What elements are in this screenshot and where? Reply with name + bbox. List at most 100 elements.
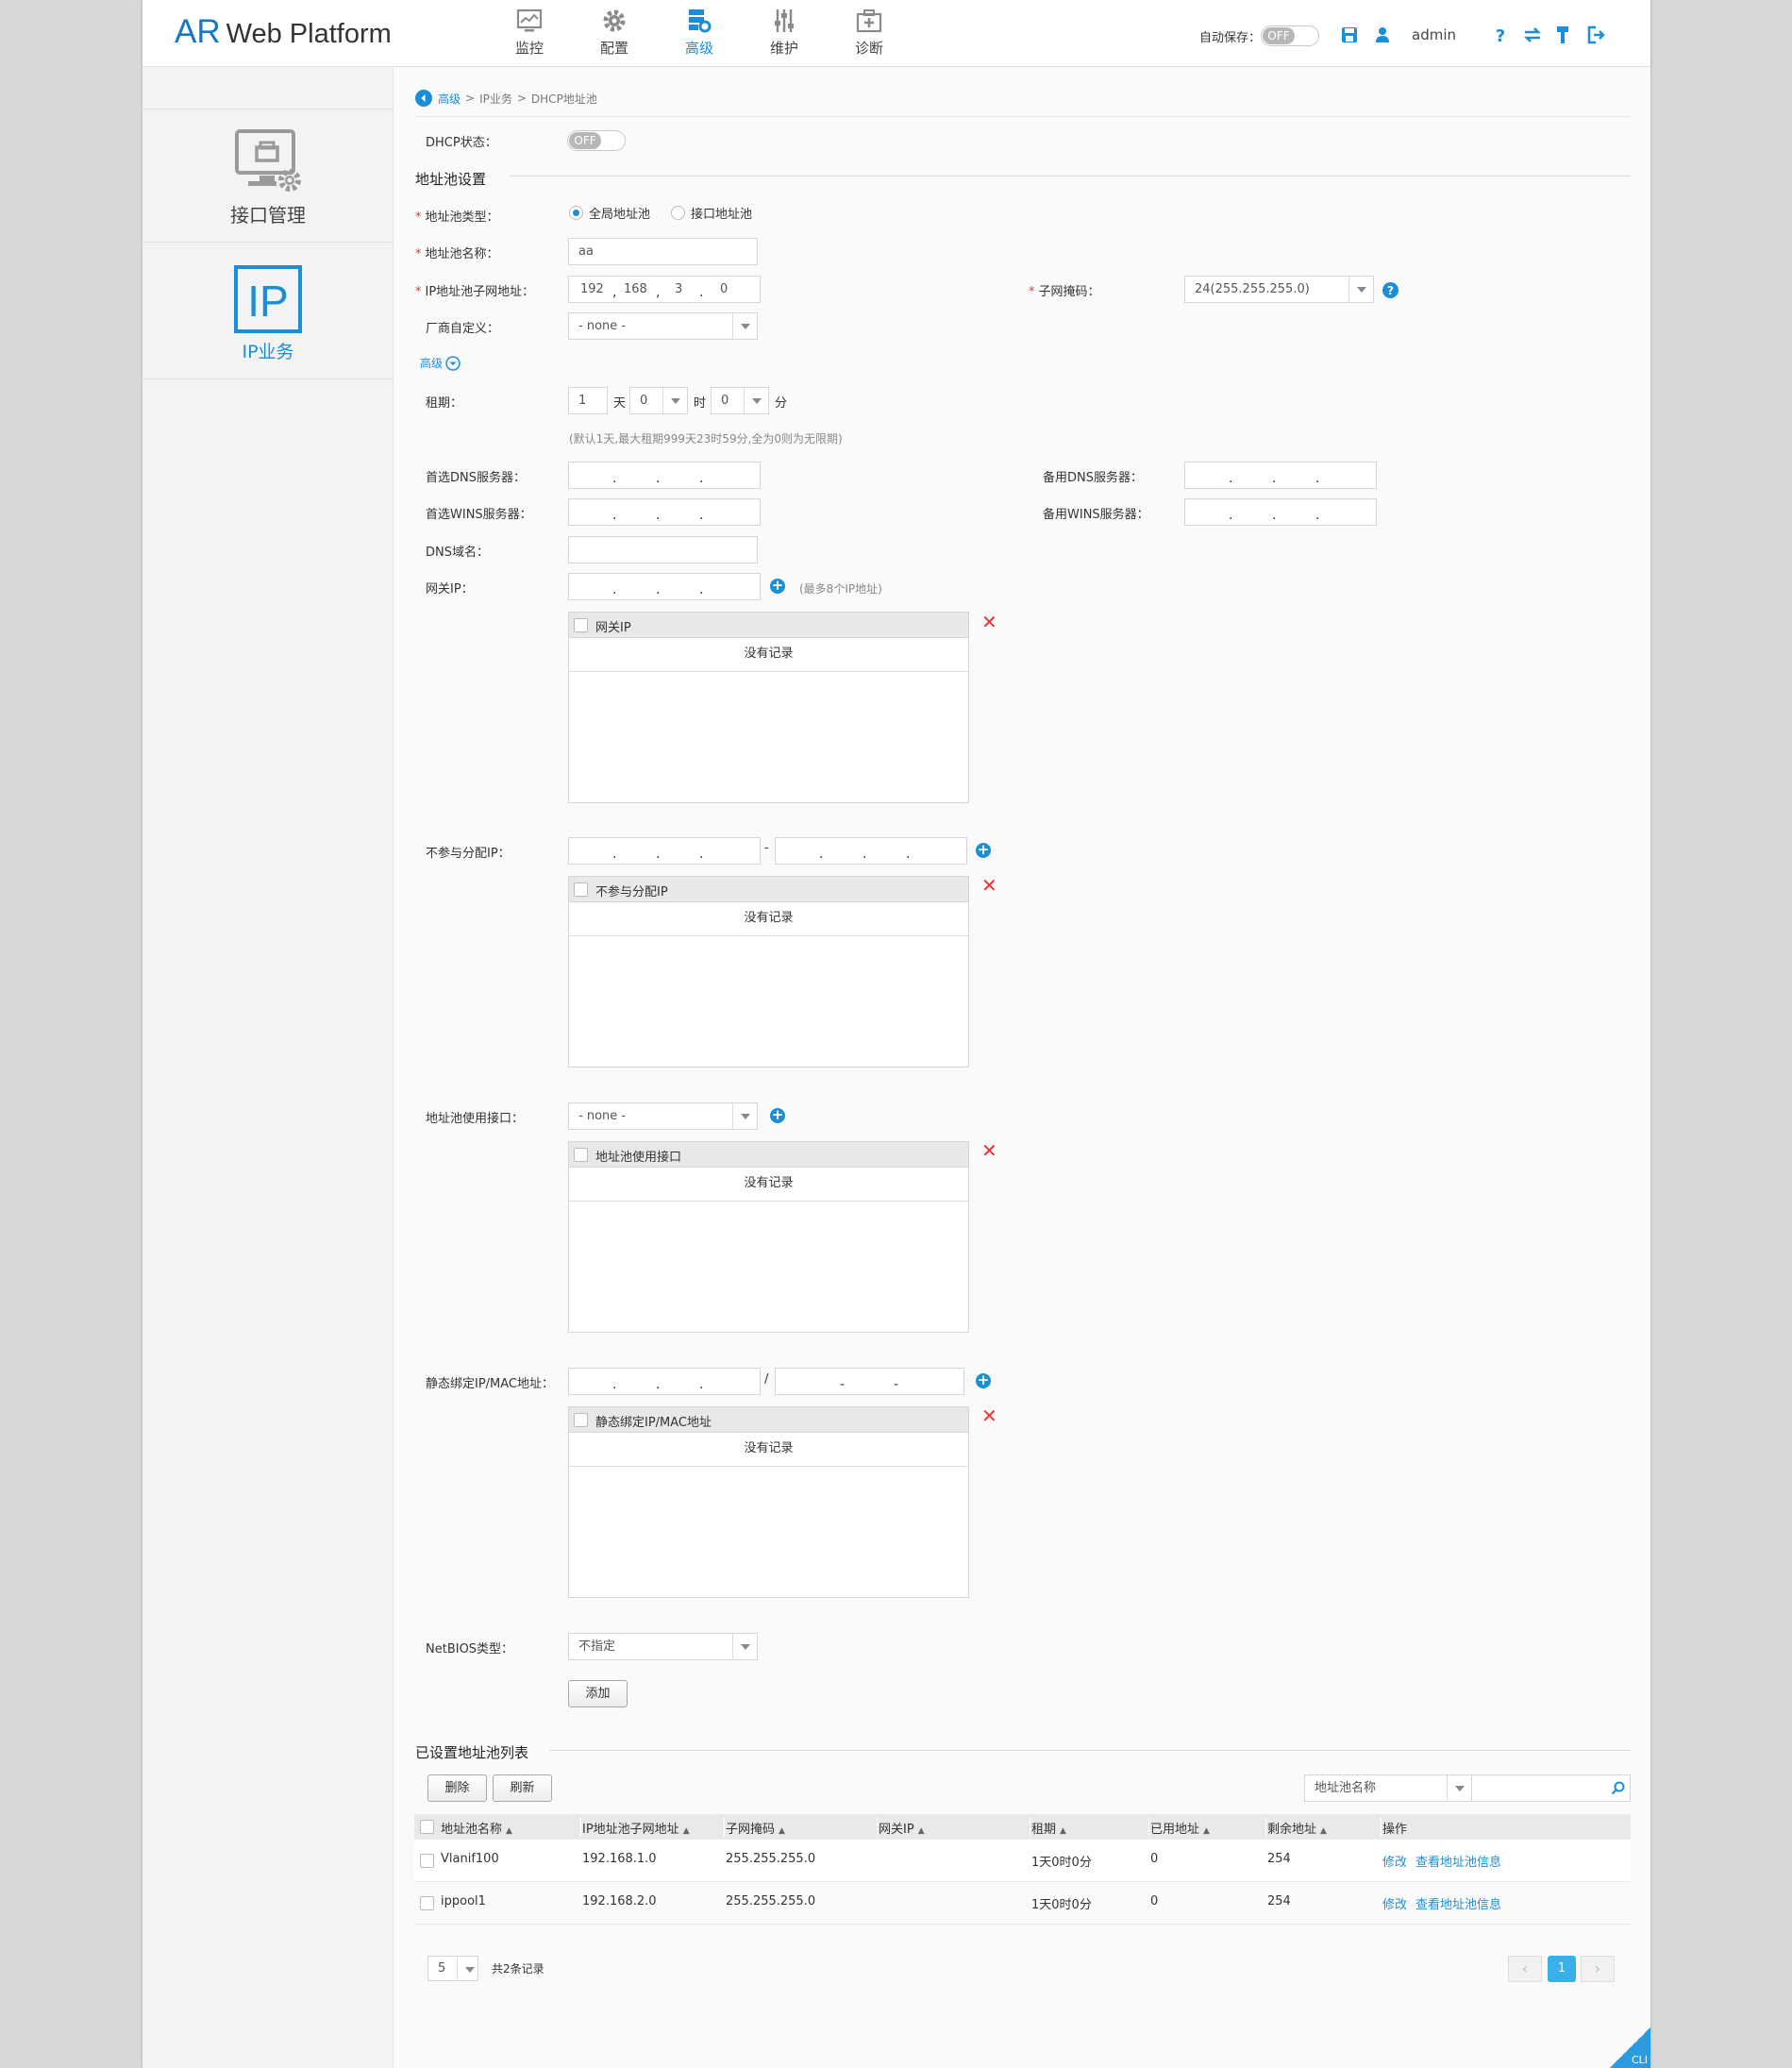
static-binding-label: 静态绑定IP/MAC地址： [426,1377,555,1391]
main-content: 高级 > IP业务 > DHCP地址池 DHCP状态： OFF 地址池设置 * 地… [394,67,1650,2068]
excluded-ip-start-input[interactable]: ... [568,837,761,865]
lease-min-select[interactable]: 0 [711,387,769,414]
delete-static-binding-icon[interactable]: ✕ [981,1406,997,1425]
add-excluded-icon[interactable]: + [976,843,991,858]
cell-lease: 1天0时0分 [1031,1898,1092,1912]
col-subnet[interactable]: IP地址池子网地址 ▲ [582,1819,690,1837]
refresh-button[interactable]: 刷新 [493,1774,552,1802]
view-pool-info-link[interactable]: 查看地址池信息 [1415,1894,1501,1912]
sidebar: 接口管理 IP IP业务 [142,67,394,2068]
nav-monitor[interactable]: 监控 [487,8,572,58]
col-remain[interactable]: 剩余地址 ▲ [1267,1819,1327,1837]
wins-primary-input[interactable]: ... [568,498,761,526]
breadcrumb-ip-service[interactable]: IP业务 [479,91,512,107]
nav-advanced[interactable]: 高级 [657,8,742,58]
breadcrumb-dhcp-pool: DHCP地址池 [530,92,597,106]
nav-config[interactable]: 配置 [572,8,657,58]
add-interface-icon[interactable]: + [770,1108,785,1123]
dns-primary-input[interactable]: ... [568,462,761,489]
wins-backup-input[interactable]: ... [1184,498,1377,526]
col-used[interactable]: 已用地址 ▲ [1150,1819,1210,1837]
prev-page-button[interactable]: ‹ [1508,1956,1542,1982]
breadcrumb: 高级 > IP业务 > DHCP地址池 [415,90,597,107]
advanced-expander[interactable]: 高级 [420,355,461,371]
delete-button[interactable]: 删除 [427,1774,487,1802]
lease-hour-select[interactable]: 0 [629,387,688,414]
subnet-octet-3[interactable]: 3 [675,277,682,302]
pool-name-input[interactable]: aa [568,238,758,265]
radio-global-pool[interactable] [569,206,583,220]
select-all-checkbox[interactable] [574,1148,588,1162]
select-all-checkbox[interactable] [574,618,588,632]
lease-day-input[interactable]: 1 [568,387,608,414]
view-pool-info-link[interactable]: 查看地址池信息 [1415,1852,1501,1870]
subnet-octet-2[interactable]: 168 [624,277,647,302]
nav-diagnose[interactable]: 诊断 [827,8,912,58]
switch-icon[interactable] [1523,26,1542,43]
sidebar-item-interface-mgmt[interactable]: 接口管理 [142,109,394,243]
dns-primary-label: 首选DNS服务器： [426,471,526,485]
col-lease[interactable]: 租期 ▲ [1031,1819,1066,1837]
subnet-octet-4[interactable]: 0 [720,277,728,302]
row-checkbox[interactable] [420,1854,434,1868]
save-icon[interactable] [1341,26,1358,43]
add-gateway-icon[interactable]: + [770,579,785,594]
static-mac-input[interactable]: -- [775,1368,964,1395]
search-field-select[interactable]: 地址池名称 [1304,1774,1472,1802]
help-icon[interactable]: ? [1492,26,1509,43]
row-checkbox[interactable] [420,1896,434,1910]
excluded-ip-end-input[interactable]: ... [775,837,967,865]
next-page-button[interactable]: › [1581,1956,1615,1982]
select-all-checkbox[interactable] [574,1413,588,1427]
col-mask[interactable]: 子网掩码 ▲ [726,1819,785,1837]
vendor-select[interactable]: - none - [568,312,758,340]
back-icon[interactable] [415,90,432,107]
dns-domain-input[interactable] [568,536,758,563]
pool-interface-select[interactable]: - none - [568,1102,758,1130]
logout-icon[interactable] [1586,25,1605,44]
maintain-icon [775,9,794,32]
dns-backup-input[interactable]: ... [1184,462,1377,489]
help-circle-icon[interactable]: ? [1382,282,1398,298]
subnet-octet-1[interactable]: 192 [580,277,604,302]
page-size-select[interactable]: 5 [427,1956,478,1981]
wins-primary-label: 首选WINS服务器： [426,508,532,522]
delete-gateway-icon[interactable]: ✕ [981,613,997,631]
mask-select-value: 24(255.255.255.0) [1195,282,1310,296]
edit-link[interactable]: 修改 [1382,1852,1407,1870]
add-pool-button[interactable]: 添加 [568,1680,628,1707]
gateway-ip-input[interactable]: ... [568,573,761,600]
page-size-value: 5 [438,1961,446,1976]
edit-link[interactable]: 修改 [1382,1894,1407,1912]
mask-select[interactable]: 24(255.255.255.0) [1184,276,1374,303]
search-input[interactable] [1472,1774,1631,1802]
static-table-col: 静态绑定IP/MAC地址 [595,1416,712,1430]
subnet-ip-input[interactable]: 192 , 168 , 3 . 0 [568,276,761,303]
static-ip-input[interactable]: ... [568,1368,761,1395]
delete-excluded-icon[interactable]: ✕ [981,876,997,895]
pool-type-label: * 地址池类型： [415,210,499,225]
autosave-toggle[interactable]: OFF [1261,25,1320,46]
add-static-binding-icon[interactable]: + [976,1373,991,1388]
dhcp-status-toggle[interactable]: OFF [567,130,626,151]
col-pool-name[interactable]: 地址池名称 ▲ [441,1819,512,1837]
cli-corner-button[interactable]: CLI [1610,2027,1650,2068]
select-all-checkbox[interactable] [574,883,588,897]
username[interactable]: admin [1412,26,1456,43]
no-record-text: 没有记录 [569,1433,968,1467]
netbios-select[interactable]: 不指定 [568,1633,758,1660]
nav-advanced-label: 高级 [684,40,713,57]
select-all-checkbox[interactable] [420,1820,434,1834]
col-gateway[interactable]: 网关IP ▲ [879,1819,925,1837]
radio-interface-pool[interactable] [671,206,686,220]
breadcrumb-advanced[interactable]: 高级 [438,91,461,107]
no-record-text: 没有记录 [569,902,968,936]
page-1-button[interactable]: 1 [1548,1956,1576,1982]
sidebar-item-ip-service[interactable]: IP IP业务 [142,244,394,379]
delete-interface-icon[interactable]: ✕ [981,1141,997,1160]
pool-interface-label: 地址池使用接口： [426,1112,525,1126]
svg-text:?: ? [1496,26,1505,43]
nav-maintain[interactable]: 维护 [742,8,827,58]
tools-icon[interactable] [1555,25,1570,44]
search-icon[interactable] [1611,1781,1625,1795]
